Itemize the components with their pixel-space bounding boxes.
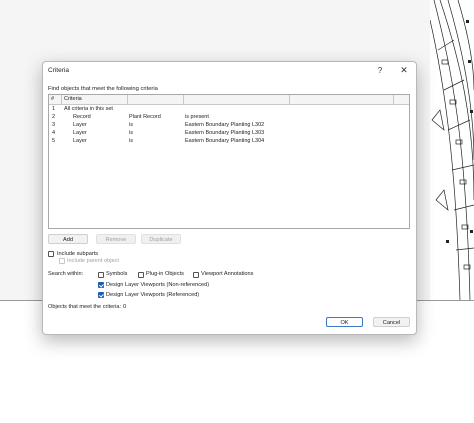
table-row[interactable]: 3 Layer is Eastern Boundary Planting L30…: [49, 121, 409, 129]
instruction-text: Find objects that meet the following cri…: [48, 86, 158, 92]
viewport-annotations-label: Viewport Annotations: [201, 271, 254, 277]
row-criteria: All criteria in this set: [64, 106, 113, 112]
dialog-title: Criteria: [48, 67, 69, 74]
help-icon: ?: [377, 65, 383, 75]
matching-objects-label: Objects that meet the criteria:: [48, 304, 122, 310]
include-subparts-label: Include subparts: [57, 250, 99, 257]
plugin-objects-label: Plug-in Objects: [146, 271, 184, 277]
row-value: Eastern Boundary Planting L302: [185, 122, 265, 128]
search-within-label: Search within:: [48, 271, 84, 277]
table-row[interactable]: 5 Layer is Eastern Boundary Planting L30…: [49, 137, 409, 145]
row-number: 4: [52, 130, 56, 136]
row-value: Eastern Boundary Planting L304: [185, 138, 265, 144]
dlv-referenced-checkbox[interactable]: [98, 292, 104, 298]
duplicate-button[interactable]: Duplicate: [141, 234, 181, 244]
column-header-criteria[interactable]: Criteria: [62, 95, 128, 104]
row-criteria: Layer: [73, 130, 87, 136]
drawing-canvas[interactable]: [430, 0, 474, 300]
row-number: 2: [52, 114, 56, 120]
ok-button[interactable]: OK: [326, 317, 363, 327]
dlv-referenced-label: Design Layer Viewports (Referenced): [106, 291, 200, 298]
table-row[interactable]: 2 Record Plant Record is present: [49, 113, 409, 121]
row-value: is present: [185, 114, 209, 120]
column-header-3[interactable]: [184, 95, 290, 104]
viewport-annotations-checkbox[interactable]: [193, 271, 199, 278]
row-criteria: Layer: [73, 122, 87, 128]
cad-drawing-graphic: [430, 0, 474, 300]
row-operator: is: [129, 122, 133, 128]
row-criteria: Layer: [73, 138, 87, 144]
column-header-4[interactable]: [290, 95, 394, 104]
row-criteria: Record: [73, 114, 91, 120]
close-button[interactable]: ✕: [397, 64, 411, 76]
row-operator: is: [129, 138, 133, 144]
help-button[interactable]: ?: [373, 64, 387, 76]
table-header: # Criteria: [49, 95, 409, 105]
criteria-dialog: Criteria ? ✕ Find objects that meet the …: [42, 61, 417, 335]
row-operator: is: [129, 130, 133, 136]
dlv-non-referenced-checkbox[interactable]: [98, 282, 104, 288]
cancel-button[interactable]: Cancel: [373, 317, 410, 327]
table-row[interactable]: 4 Layer is Eastern Boundary Planting L30…: [49, 129, 409, 137]
column-header-2[interactable]: [128, 95, 184, 104]
row-operator: Plant Record: [129, 114, 161, 120]
table-row[interactable]: 1 All criteria in this set: [49, 105, 409, 113]
include-subparts-checkbox[interactable]: [48, 251, 54, 257]
row-number: 5: [52, 138, 56, 144]
add-button[interactable]: Add: [48, 234, 88, 244]
include-parent-checkbox[interactable]: [59, 258, 65, 264]
symbols-label: Symbols: [106, 271, 128, 277]
close-icon: ✕: [400, 64, 408, 75]
dlv-non-referenced-label: Design Layer Viewports (Non-referenced): [106, 281, 210, 288]
criteria-table[interactable]: # Criteria 1 All criteria in this set 2 …: [48, 94, 410, 229]
row-number: 1: [52, 106, 56, 112]
include-parent-label: Include parent object: [67, 257, 119, 264]
symbols-checkbox[interactable]: [98, 271, 104, 278]
matching-objects-count: 0: [123, 304, 127, 310]
column-header-number[interactable]: #: [49, 95, 62, 104]
plugin-objects-checkbox[interactable]: [138, 271, 144, 278]
row-number: 3: [52, 122, 56, 128]
row-value: Eastern Boundary Planting L303: [185, 130, 265, 136]
remove-button[interactable]: Remove: [96, 234, 136, 244]
